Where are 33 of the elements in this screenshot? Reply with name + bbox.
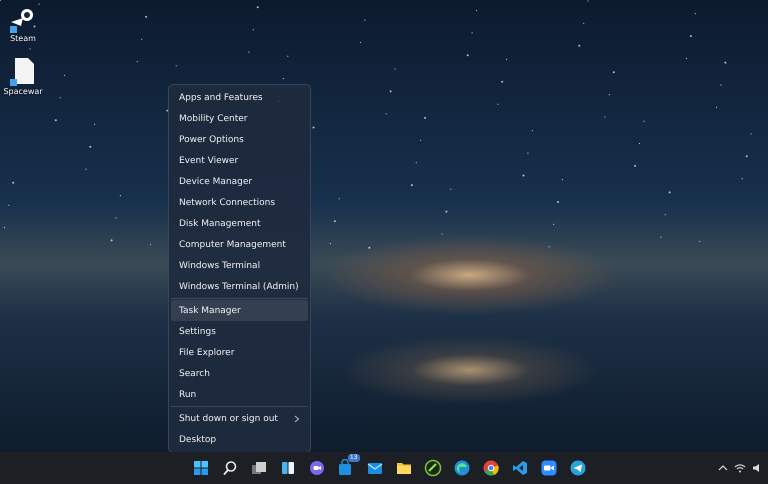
search-icon[interactable] [220,459,238,477]
menu-item[interactable]: Search [171,363,308,384]
menu-item[interactable]: Disk Management [171,213,308,234]
menu-item[interactable]: Shut down or sign out [171,408,308,429]
menu-item[interactable]: Network Connections [171,192,308,213]
browser-swirl-icon[interactable] [452,459,470,477]
menu-item[interactable]: Computer Management [171,234,308,255]
menu-item[interactable]: Task Manager [171,300,308,321]
code-editor-icon[interactable] [510,459,528,477]
menu-item[interactable]: File Explorer [171,342,308,363]
menu-item[interactable]: Device Manager [171,171,308,192]
menu-item[interactable]: Power Options [171,129,308,150]
menu-item[interactable]: Mobility Center [171,108,308,129]
file-icon[interactable] [9,57,37,87]
browser-circle-icon[interactable] [482,459,500,477]
task-view-icon[interactable] [250,459,268,477]
chat-icon[interactable] [308,459,326,477]
menu-item[interactable]: Settings [171,321,308,342]
wifi-icon[interactable] [734,463,746,473]
menu-item[interactable]: Apps and Features [171,87,308,108]
paper-plane-icon[interactable] [568,459,586,477]
chevron-up-icon[interactable] [718,464,728,472]
pen-in-circle-icon[interactable] [424,459,442,477]
speaker-icon[interactable] [752,463,762,473]
video-camera-icon[interactable] [540,459,558,477]
desktop-icon-label: Steam [10,34,36,43]
windows-logo-icon[interactable] [192,459,210,477]
menu-item[interactable]: Event Viewer [171,150,308,171]
menu-item[interactable]: Desktop [171,429,308,450]
desktop-icon-label: Spacewar [3,87,43,96]
menu-item[interactable]: Run [171,384,308,405]
menu-item[interactable]: Windows Terminal (Admin) [171,276,308,297]
menu-item[interactable]: Windows Terminal [171,255,308,276]
